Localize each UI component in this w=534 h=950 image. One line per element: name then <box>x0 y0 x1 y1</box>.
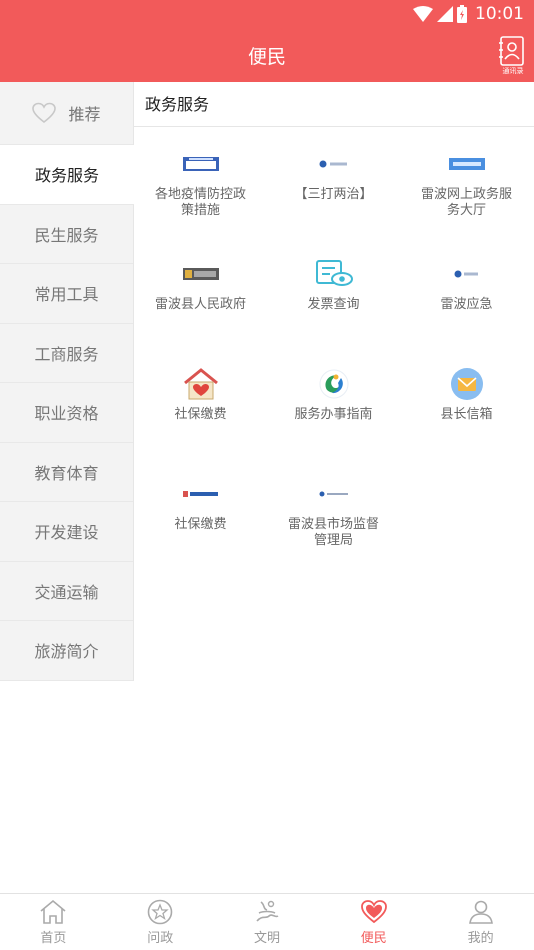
status-time: 10:01 <box>475 4 524 24</box>
tab-label: 首页 <box>40 931 67 946</box>
heart-outline-icon <box>32 102 57 124</box>
category-sidebar: 推荐 政务服务 民生服务 常用工具 工商服务 职业资格 教育体育 开发建设 交通… <box>0 82 134 681</box>
service-item[interactable]: 雷波网上政务服务大厅 <box>400 144 533 254</box>
service-label: 雷波应急 <box>440 297 493 312</box>
service-item[interactable]: 【三打两治】 <box>267 144 400 254</box>
sidebar-item-label: 常用工具 <box>34 285 99 305</box>
contact-book-icon <box>499 36 524 66</box>
tab-mine[interactable]: 我的 <box>427 894 534 950</box>
bottom-tab-bar: 首页 问政 文明 便民 我的 <box>0 893 534 950</box>
service-item[interactable]: 雷波县人民政府 <box>134 254 267 364</box>
tab-label: 便民 <box>360 931 387 946</box>
sidebar-item-gov-services[interactable]: 政务服务 <box>0 145 134 205</box>
service-item[interactable]: 雷波县市场监督管理局 <box>267 474 400 584</box>
sidebar-item-tourism[interactable]: 旅游简介 <box>0 621 133 681</box>
market-banner-icon <box>267 474 400 514</box>
sidebar-item-label: 交通运输 <box>34 582 99 602</box>
service-label: 社保缴费 <box>174 517 227 532</box>
service-label: 雷波县市场监督管理局 <box>287 517 379 548</box>
sidebar-item-label: 职业资格 <box>34 404 99 424</box>
social-banner-icon <box>134 474 267 514</box>
sidebar-item-transport[interactable]: 交通运输 <box>0 562 133 621</box>
service-label: 社保缴费 <box>174 407 227 422</box>
heart-icon <box>360 900 387 924</box>
header-bar: 10:01 便民 通讯录 <box>0 0 534 82</box>
page-title: 便民 <box>247 46 286 68</box>
service-item[interactable]: 社保缴费 <box>134 474 267 584</box>
policy-banner-icon <box>134 144 267 184</box>
sidebar-item-development[interactable]: 开发建设 <box>0 502 133 562</box>
tab-label: 文明 <box>253 931 280 946</box>
user-icon <box>468 900 493 924</box>
sidebar-item-business[interactable]: 工商服务 <box>0 324 133 383</box>
invoice-eye-icon <box>267 254 400 294</box>
envelope-icon <box>400 364 533 404</box>
app-root: 10:01 便民 通讯录 推荐 政务服务 民生服务 常用工具 工商服务 职业资格… <box>0 0 534 950</box>
status-icons: 10:01 <box>413 3 524 25</box>
tab-civilization[interactable]: 文明 <box>214 894 321 950</box>
service-label: 县长信箱 <box>440 407 493 422</box>
tab-label: 问政 <box>147 931 174 946</box>
service-item[interactable]: 县长信箱 <box>400 364 533 474</box>
service-item[interactable]: 社保缴费 <box>134 364 267 474</box>
home-icon <box>40 899 66 924</box>
sidebar-item-recommend[interactable]: 推荐 <box>0 82 133 145</box>
service-label: 各地疫情防控政策措施 <box>154 187 246 218</box>
guide-swirl-icon <box>267 364 400 404</box>
sidebar-item-label: 工商服务 <box>34 344 99 364</box>
contacts-button[interactable]: 通讯录 <box>498 36 526 75</box>
gov-banner-icon <box>134 254 267 294</box>
sidebar-item-qualification[interactable]: 职业资格 <box>0 383 133 443</box>
emergency-logo-icon <box>400 254 533 294</box>
star-circle-icon <box>147 899 173 925</box>
sidebar-item-label: 政务服务 <box>34 166 99 186</box>
sidebar-item-tools[interactable]: 常用工具 <box>0 264 133 324</box>
sidebar-item-label: 教育体育 <box>34 463 99 483</box>
sidebar-item-education[interactable]: 教育体育 <box>0 443 133 502</box>
content-panel: 政务服务 各地疫情防控政策措施 【三打两治】 雷波网上政务服务大厅 雷波县人民政… <box>134 82 534 548</box>
section-title: 政务服务 <box>134 82 534 127</box>
service-item[interactable]: 服务办事指南 <box>267 364 400 474</box>
service-label: 服务办事指南 <box>294 407 373 422</box>
sidebar-item-label: 民生服务 <box>34 225 99 245</box>
status-bar: 10:01 <box>0 0 534 28</box>
tab-home[interactable]: 首页 <box>0 894 107 950</box>
online-hall-banner-icon <box>400 144 533 184</box>
sidebar-item-label: 推荐 <box>68 105 101 124</box>
wifi-icon <box>413 6 433 22</box>
house-heart-icon <box>134 364 267 404</box>
service-label: 雷波县人民政府 <box>154 297 246 312</box>
service-label: 雷波网上政务服务大厅 <box>420 187 512 218</box>
service-label: 【三打两治】 <box>294 187 373 202</box>
sidebar-item-label: 开发建设 <box>34 523 99 543</box>
battery-icon <box>457 5 467 23</box>
sidebar-item-label: 旅游简介 <box>34 642 99 662</box>
sidebar-item-livelihood[interactable]: 民生服务 <box>0 205 133 264</box>
tab-convenience[interactable]: 便民 <box>320 894 427 950</box>
service-item[interactable]: 发票查询 <box>267 254 400 364</box>
contacts-label: 通讯录 <box>502 67 524 75</box>
culture-icon <box>256 900 279 922</box>
signal-icon <box>437 6 453 22</box>
service-item[interactable]: 雷波应急 <box>400 254 533 364</box>
service-item[interactable]: 各地疫情防控政策措施 <box>134 144 267 254</box>
service-label: 发票查询 <box>307 297 360 312</box>
tab-label: 我的 <box>467 931 494 946</box>
sandaliangzhi-logo-icon <box>267 144 400 184</box>
tab-inquiry[interactable]: 问政 <box>107 894 214 950</box>
